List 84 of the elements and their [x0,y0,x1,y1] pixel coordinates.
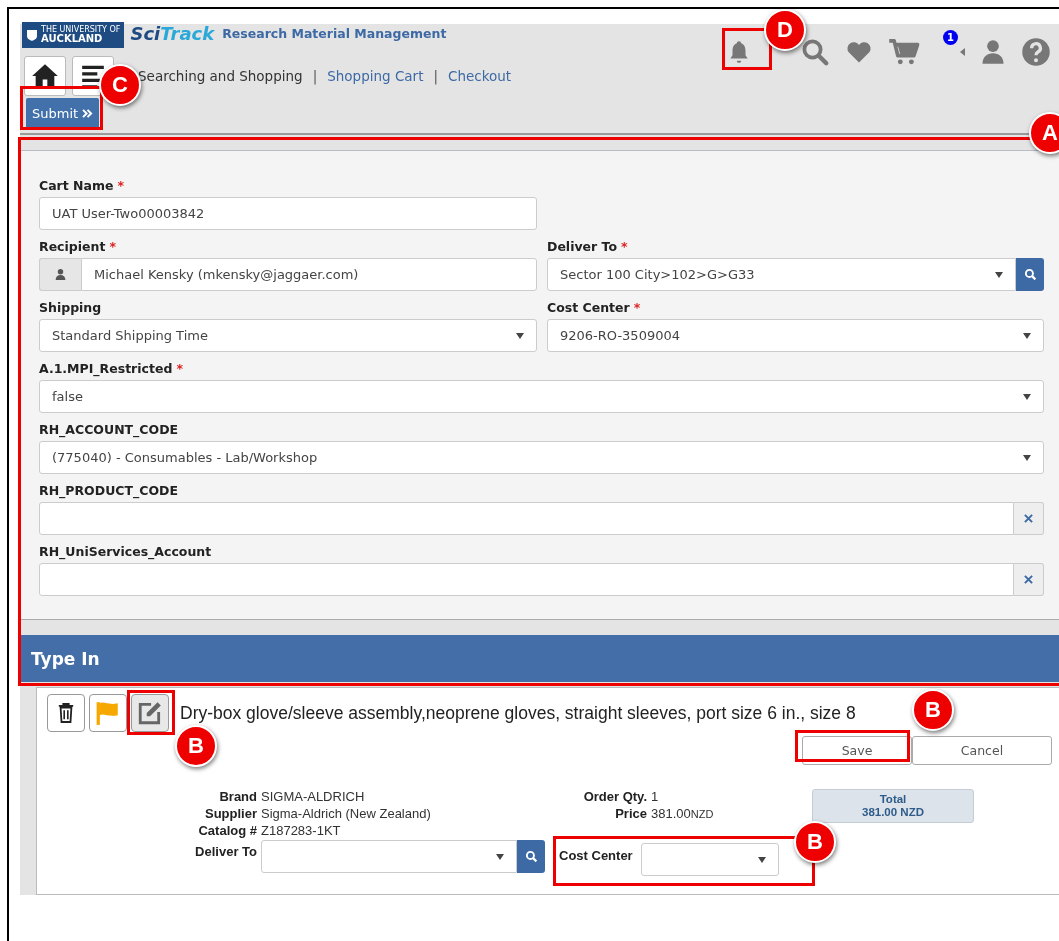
university-logo: THE UNIVERSITY OF AUCKLAND [22,22,125,48]
caret-icon [757,856,766,863]
help-icon[interactable] [1021,37,1051,67]
required-mark: * [176,361,183,376]
breadcrumb-separator: | [312,68,318,84]
text-field[interactable] [39,502,1014,535]
search-button[interactable] [1016,258,1044,291]
detail-label: Deliver To [194,844,257,859]
detail-value: 381.00NZD [651,806,715,821]
field-label: RH_PRODUCT_CODE [39,483,178,498]
caret-icon [1023,393,1031,400]
field-label: Deliver To [547,239,618,254]
menu-icon [80,63,106,89]
app-subtitle: Research Material Management [222,26,447,41]
close-icon [1024,514,1033,523]
detail-label: Order Qty. [582,789,647,804]
search-icon[interactable] [800,37,830,67]
total-label: Total [879,793,907,806]
required-mark: * [621,239,628,254]
close-icon [1024,575,1033,584]
breadcrumb-separator: | [433,68,438,84]
highlight-frame [127,690,175,735]
total-value: 381.00 NZD [862,806,924,819]
caret-icon [995,271,1003,278]
clear-button[interactable] [1014,502,1044,535]
trash-icon [57,701,75,725]
dropdown-field[interactable]: false [39,380,1044,413]
text-field[interactable]: UAT User-Two00003842 [39,197,537,230]
detail-value: SIGMA-ALDRICH [261,789,366,804]
caret-icon [1023,454,1031,461]
search-icon [524,850,538,863]
caret-icon [1023,332,1031,339]
field-label: RH_UniServices_Account [39,544,212,559]
delete-button[interactable] [47,694,85,732]
edit-button[interactable] [131,694,169,732]
search-button[interactable] [517,840,545,873]
breadcrumb-current[interactable]: Searching and Shopping [138,68,303,84]
detail-label: Cost Center [559,848,633,863]
detail-label: Price [614,806,647,821]
section-title: Type In [31,648,100,669]
detail-label: Supplier [204,806,257,821]
detail-label: Catalog # [197,823,257,838]
cancel-button[interactable]: Cancel [912,736,1052,765]
breadcrumb-link[interactable]: Checkout [448,68,512,84]
field-label: A.1.MPI_Restricted [39,361,173,376]
dropdown-field[interactable]: Sector 100 City>102>G>G33 [547,258,1016,291]
person-icon [54,268,67,281]
required-mark: * [117,178,125,193]
home-button[interactable] [24,56,66,96]
field-label: Cost Center [547,300,630,315]
search-icon [1023,268,1037,281]
detail-value: Z187283-1KT [261,823,342,838]
double-chevron-icon [82,109,94,118]
cart-icon[interactable] [888,37,920,67]
field-label: Recipient [39,239,106,254]
dropdown-field[interactable] [640,843,779,876]
recipient-field[interactable]: Michael Kensky (mkensky@jaggaer.com) [81,258,537,291]
detail-label: Brand [218,789,257,804]
dropdown-field[interactable]: 9206-RO-3509004 [547,319,1044,352]
field-label: Shipping [39,300,102,315]
save-button[interactable]: Save [802,736,912,765]
dropdown-field[interactable]: (775040) - Consumables - Lab/Workshop [39,441,1044,474]
clear-button[interactable] [1014,563,1044,596]
breadcrumb-link[interactable]: Shopping Cart [327,68,424,84]
dropdown-field[interactable]: Standard Shipping Time [39,319,537,352]
dropdown-field[interactable] [261,840,517,873]
caret-icon [496,853,504,860]
flag-icon [95,700,121,726]
submit-button[interactable]: Submit [26,98,100,129]
crest-icon [26,29,38,41]
app-name: SciTrack [130,23,215,44]
field-label: RH_ACCOUNT_CODE [39,422,179,437]
detail-value: Sigma-Aldrich (New Zealand) [261,806,432,821]
required-mark: * [633,300,641,315]
required-mark: * [109,239,116,254]
detail-value: 1 [651,789,660,804]
caret-icon [516,332,524,339]
field-label: Cart Name [39,178,114,193]
item-title: Dry-box glove/sleeve assembly,neoprene gloves, straight sleeves, port size 6 in., size 8 [180,702,856,724]
text-field[interactable] [39,563,1014,596]
callout-marker: D [764,9,806,51]
caret-icon[interactable] [960,48,965,56]
edit-icon [137,700,163,726]
cart-count-badge: 1 [943,30,958,45]
